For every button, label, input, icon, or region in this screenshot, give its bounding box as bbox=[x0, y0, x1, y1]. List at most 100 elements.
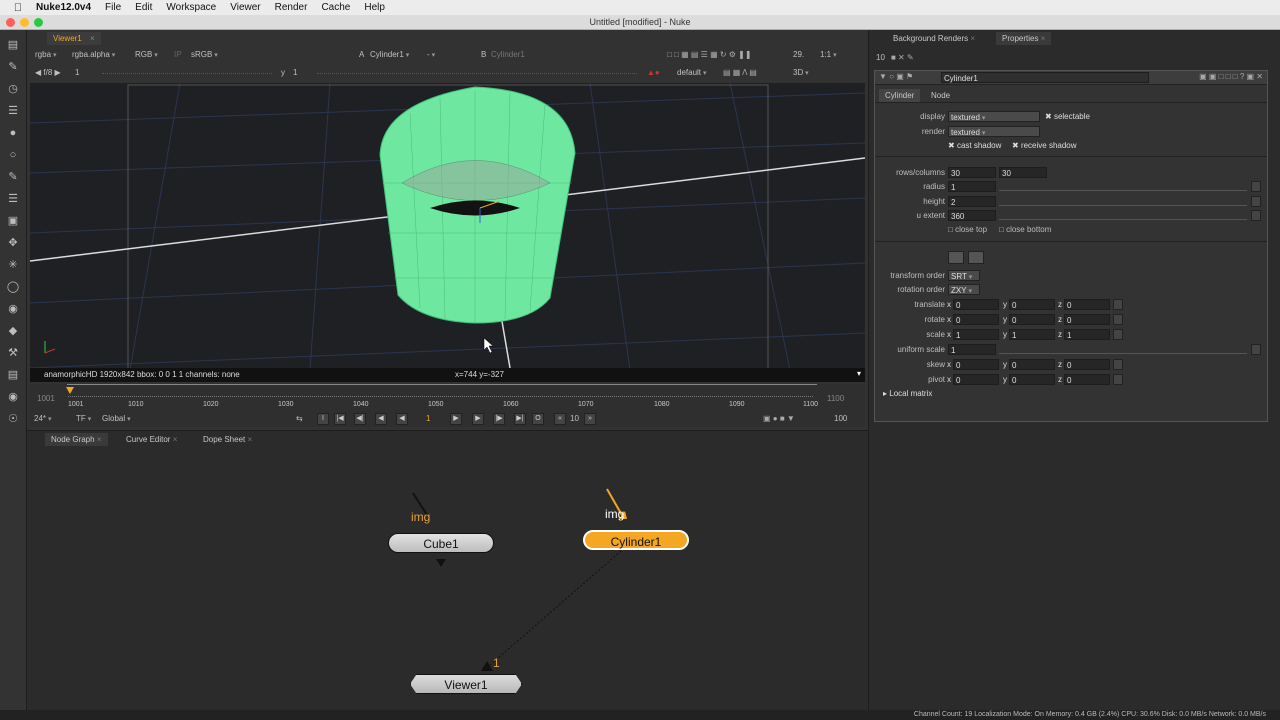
tab-node[interactable]: Node bbox=[925, 89, 956, 102]
local-matrix-toggle[interactable]: ▸ Local matrix bbox=[883, 389, 932, 398]
panel-tool-icons[interactable]: ■ ✕ ✎ bbox=[891, 52, 914, 64]
menu-render[interactable]: Render bbox=[275, 2, 308, 13]
cast-shadow-checkbox[interactable]: ✖ cast shadow bbox=[948, 141, 1001, 150]
viewer-viewport[interactable] bbox=[30, 83, 865, 370]
ip-toggle[interactable]: IP bbox=[174, 49, 182, 61]
menu-cache[interactable]: Cache bbox=[321, 2, 350, 13]
axis-knob-button[interactable] bbox=[948, 251, 964, 264]
particles-icon[interactable]: ✳ bbox=[6, 258, 20, 272]
skew-y-field[interactable]: 0 bbox=[1009, 359, 1055, 370]
filter-icon[interactable]: ○ bbox=[6, 148, 20, 162]
playhead-icon[interactable] bbox=[66, 387, 74, 394]
merge-icon[interactable]: ☰ bbox=[6, 192, 20, 206]
ocula-icon[interactable]: ☉ bbox=[6, 412, 20, 426]
skew-x-field[interactable]: 0 bbox=[953, 359, 999, 370]
out-point-button[interactable]: O bbox=[532, 413, 544, 425]
receive-shadow-checkbox[interactable]: ✖ receive shadow bbox=[1012, 141, 1077, 150]
in-point-button[interactable]: I bbox=[317, 413, 329, 425]
pivot-y-field[interactable]: 0 bbox=[1009, 374, 1055, 385]
zoom-window-button[interactable] bbox=[34, 18, 43, 27]
tab-cylinder[interactable]: Cylinder bbox=[879, 89, 921, 102]
skew-anim-button[interactable] bbox=[1113, 359, 1123, 370]
header-icons[interactable]: ▼ ○ ▣ ⚑ bbox=[879, 72, 913, 81]
minimize-window-button[interactable] bbox=[20, 18, 29, 27]
alpha-dropdown[interactable]: rgba.alpha bbox=[72, 49, 115, 61]
transform-order-dropdown[interactable]: SRT bbox=[948, 270, 980, 281]
channels-dropdown[interactable]: rgba bbox=[35, 49, 56, 61]
playback-mode-icons[interactable]: ▣ ● ■ ▼ bbox=[763, 413, 795, 425]
node-cylinder1[interactable]: Cylinder1 bbox=[583, 530, 689, 550]
gain-value[interactable]: 1 bbox=[75, 67, 79, 79]
apple-icon[interactable]:  bbox=[0, 2, 36, 14]
end-frame-field[interactable]: 100 bbox=[834, 413, 847, 425]
pivot-anim-button[interactable] bbox=[1113, 374, 1123, 385]
next-keyframe-button[interactable]: |▶ bbox=[493, 413, 505, 425]
scale-dropdown[interactable]: 1:1 bbox=[820, 49, 837, 61]
loop-icon[interactable]: ⇆ bbox=[296, 413, 303, 425]
input-op-dropdown[interactable]: - bbox=[427, 49, 472, 61]
u-extent-field[interactable]: 360 bbox=[948, 210, 996, 221]
rows-field[interactable]: 30 bbox=[948, 167, 996, 178]
timeline-track[interactable] bbox=[68, 396, 813, 397]
fps-dropdown[interactable]: 24* bbox=[34, 413, 51, 425]
columns-field[interactable]: 30 bbox=[999, 167, 1047, 178]
tab-properties[interactable]: Properties × bbox=[996, 32, 1052, 45]
pivot-x-field[interactable]: 0 bbox=[953, 374, 999, 385]
gamma-slider[interactable] bbox=[317, 73, 637, 74]
other-icon[interactable]: ▤ bbox=[6, 368, 20, 382]
close-top-checkbox[interactable]: □ close top bbox=[948, 225, 987, 234]
transform-handle-button[interactable] bbox=[968, 251, 984, 264]
u-extent-anim-button[interactable] bbox=[1251, 210, 1261, 221]
view-mode-dropdown[interactable]: 3D bbox=[793, 67, 833, 79]
u-extent-slider[interactable] bbox=[999, 211, 1247, 220]
selectable-checkbox[interactable]: ✖ selectable bbox=[1045, 112, 1090, 121]
draw-icon[interactable]: ✎ bbox=[6, 60, 20, 74]
node-graph-panel[interactable]: Node Graph × Curve Editor × Dope Sheet ×… bbox=[27, 430, 868, 710]
clip-warning-icon[interactable]: ▲● bbox=[647, 67, 660, 79]
tab-background-renders[interactable]: Background Renders × bbox=[887, 32, 981, 45]
view-icons[interactable]: ▤ ▦ Λ ▤ bbox=[723, 67, 757, 79]
skip-forward-button[interactable]: » bbox=[584, 413, 596, 425]
display-dropdown[interactable]: textured bbox=[948, 111, 1040, 122]
translate-z-field[interactable]: 0 bbox=[1064, 299, 1110, 310]
rotate-y-field[interactable]: 0 bbox=[1009, 314, 1055, 325]
radius-slider[interactable] bbox=[999, 182, 1247, 191]
display-mode-dropdown[interactable]: RGB bbox=[135, 49, 158, 61]
gain-slider[interactable] bbox=[102, 73, 272, 74]
image-icon[interactable]: ▤ bbox=[6, 38, 20, 52]
transform-icon[interactable]: ✥ bbox=[6, 236, 20, 250]
close-tab-icon[interactable]: × bbox=[970, 34, 975, 43]
scale-anim-button[interactable] bbox=[1113, 329, 1123, 340]
max-panels-field[interactable]: 10 bbox=[876, 52, 885, 64]
header-right-icons[interactable]: ▣ ▣ □ □ □ ? ▣ ✕ bbox=[1199, 72, 1263, 81]
menu-file[interactable]: File bbox=[105, 2, 121, 13]
next-frame-button[interactable]: ▶ bbox=[472, 413, 484, 425]
menu-edit[interactable]: Edit bbox=[135, 2, 152, 13]
viewer-tool-icons[interactable]: □ □ ▦ ▤ ☰ ▦ ↻ ⚙ ❚❚ bbox=[667, 49, 752, 61]
global-dropdown[interactable]: Global bbox=[102, 413, 131, 425]
close-tab-icon[interactable]: × bbox=[1041, 34, 1046, 43]
color-icon[interactable]: ● bbox=[6, 126, 20, 140]
height-field[interactable]: 2 bbox=[948, 196, 996, 207]
rotate-anim-button[interactable] bbox=[1113, 314, 1123, 325]
metadata-icon[interactable]: ◆ bbox=[6, 324, 20, 338]
input-a-dropdown[interactable]: Cylinder1 bbox=[370, 49, 409, 61]
node-cube1[interactable]: Cube1 bbox=[388, 533, 494, 553]
translate-anim-button[interactable] bbox=[1113, 299, 1123, 310]
time-icon[interactable]: ◷ bbox=[6, 82, 20, 96]
close-window-button[interactable] bbox=[6, 18, 15, 27]
keyer-icon[interactable]: ✎ bbox=[6, 170, 20, 184]
frame-increment[interactable]: 10 bbox=[570, 413, 579, 425]
rotation-order-dropdown[interactable]: ZXY bbox=[948, 284, 980, 295]
fstop-label[interactable]: ◀ f/8 ▶ bbox=[35, 67, 61, 79]
height-slider[interactable] bbox=[999, 197, 1247, 206]
channel-icon[interactable]: ☰ bbox=[6, 104, 20, 118]
translate-y-field[interactable]: 0 bbox=[1009, 299, 1055, 310]
timeline[interactable]: 1001 1100 1001 1010 1020 1030 1040 1050 … bbox=[30, 384, 865, 411]
prev-frame-button[interactable]: ◀ bbox=[375, 413, 387, 425]
lut-dropdown[interactable]: sRGB bbox=[191, 49, 218, 61]
radius-anim-button[interactable] bbox=[1251, 181, 1261, 192]
height-anim-button[interactable] bbox=[1251, 196, 1261, 207]
rotate-x-field[interactable]: 0 bbox=[953, 314, 999, 325]
uniform-scale-anim-button[interactable] bbox=[1251, 344, 1261, 355]
